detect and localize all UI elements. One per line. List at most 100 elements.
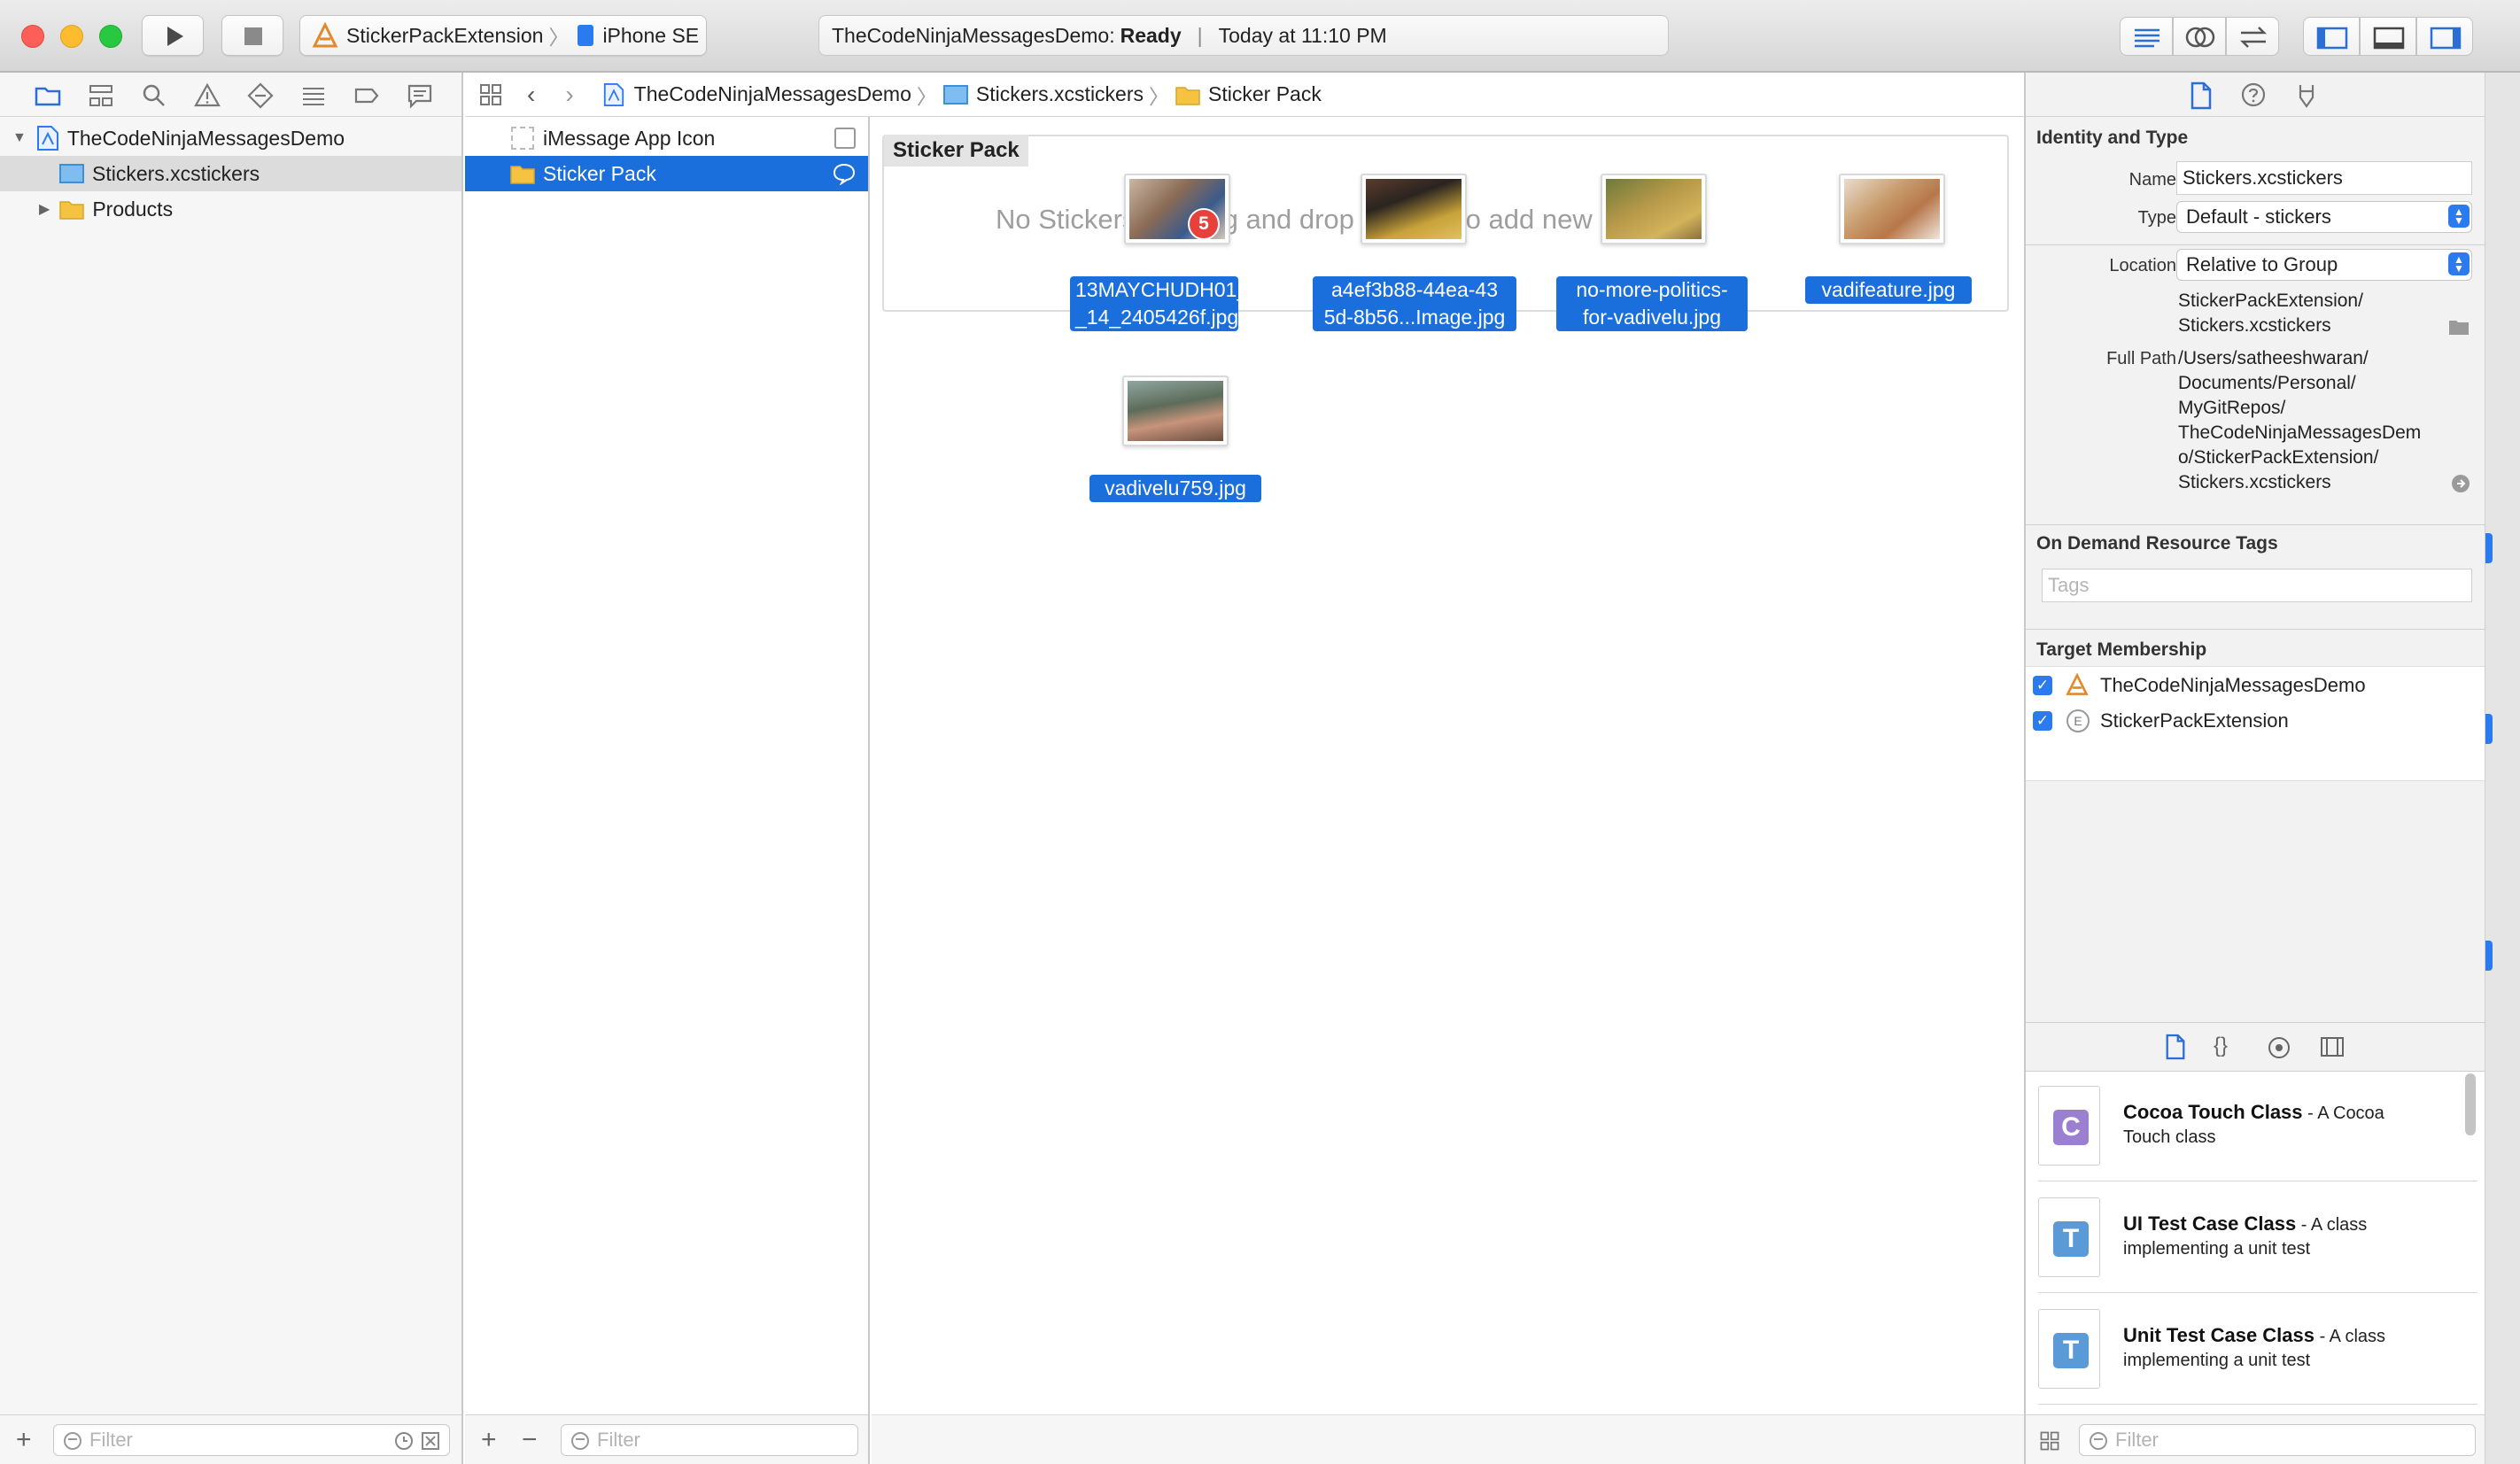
location-popup[interactable]: Relative to Group ▲ ▼ (2176, 249, 2472, 281)
grid-icon[interactable] (2038, 1429, 2061, 1452)
nav-item-products[interactable]: ▶ Products (0, 191, 461, 227)
test-diamond-icon[interactable] (246, 81, 275, 110)
filename-line: a4ef3b88-44ea-43 (1331, 278, 1498, 301)
library-scrollbar[interactable] (2465, 1073, 2476, 1135)
warning-icon[interactable] (193, 81, 221, 110)
type-popup[interactable]: Default - stickers ▲ ▼ (2176, 201, 2472, 233)
filter-icon (571, 1432, 589, 1450)
add-file-button[interactable]: + (16, 1427, 32, 1453)
filename-line: vadivelu759.jpg (1105, 476, 1246, 500)
asset-canvas: Sticker Pack No Stickers — Drag and drop… (872, 117, 2024, 1464)
nav-item-stickers[interactable]: Stickers.xcstickers (0, 156, 461, 191)
sticker-filename[interactable]: a4ef3b88-44ea-43 5d-8b56...Image.jpg (1313, 276, 1516, 331)
library-list: C Cocoa Touch Class - A Cocoa Touch class… (2026, 1072, 2485, 1414)
full-path-value: /Users/satheeshwaran/ Documents/Personal… (2178, 346, 2421, 495)
window-edge (2485, 73, 2520, 1464)
code-snippet-icon[interactable]: {} (2214, 1034, 2228, 1058)
folder-icon (510, 166, 535, 184)
zoom-window-button[interactable] (99, 25, 122, 48)
clock-icon[interactable] (394, 1431, 414, 1451)
full-path-line: MyGitRepos/ (2178, 398, 2286, 418)
chevron-right-icon: 〉 (548, 26, 570, 49)
filter-placeholder: Filter (89, 1429, 133, 1451)
stop-button[interactable] (221, 15, 283, 56)
add-asset-button[interactable]: + (481, 1427, 497, 1453)
tags-field[interactable]: Tags (2042, 569, 2472, 602)
name-field[interactable]: Stickers.xcstickers (2176, 161, 2472, 195)
toggle-debug-area-button[interactable] (2360, 17, 2416, 56)
identity-section-title: Identity and Type (2036, 128, 2189, 148)
sticker-filename[interactable]: vadivelu759.jpg (1089, 475, 1261, 502)
letter-badge: C (2053, 1110, 2089, 1145)
attributes-icon[interactable] (2293, 81, 2320, 110)
object-library-icon[interactable] (2267, 1035, 2291, 1060)
hierarchy-icon[interactable] (87, 81, 115, 110)
disclosure-closed-icon[interactable]: ▶ (39, 200, 50, 218)
sticker-thumbnail[interactable] (1361, 174, 1467, 244)
checkbox-icon[interactable]: ✓ (2033, 676, 2052, 695)
help-icon[interactable] (2240, 81, 2267, 108)
library-item-desc: Touch class (2123, 1127, 2216, 1147)
sticker-thumbnail[interactable] (1601, 174, 1707, 244)
toggle-inspector-button[interactable] (2416, 17, 2473, 56)
outline-item-sticker-pack[interactable]: Sticker Pack (465, 156, 868, 191)
location-label: Location (2109, 256, 2176, 275)
run-button[interactable] (142, 15, 204, 56)
grid-icon[interactable] (477, 81, 504, 108)
outline-filter-input[interactable]: Filter (561, 1424, 858, 1456)
sticker-filename[interactable]: no-more-politics- for-vadivelu.jpg (1556, 276, 1748, 331)
close-window-button[interactable] (21, 25, 44, 48)
library-item-desc: - A class (2296, 1215, 2368, 1235)
file-icon[interactable] (2189, 81, 2214, 110)
folder-reveal-icon[interactable] (2447, 317, 2470, 337)
chevron-right-icon[interactable]: › (565, 81, 573, 109)
search-icon[interactable] (140, 81, 168, 110)
debug-gauge-icon[interactable] (299, 81, 328, 110)
filename-line: _14_2405426f.jpg (1075, 306, 1239, 329)
checkbox-icon[interactable]: ✓ (2033, 711, 2052, 731)
breadcrumb-sticker-pack[interactable]: Sticker Pack (1208, 82, 1322, 106)
divider (2026, 629, 2485, 630)
device-icon (578, 25, 594, 46)
scheme-selector[interactable]: StickerPackExtension 〉 iPhone SE (299, 15, 707, 56)
location-path: StickerPackExtension/ Stickers.xcsticker… (2178, 289, 2363, 338)
sticker-filename[interactable]: 13MAYCHUDH01_va _14_2405426f.jpg (1070, 276, 1269, 331)
xcode-project-icon (36, 126, 58, 151)
outline-item-app-icon[interactable]: iMessage App Icon (465, 120, 868, 156)
location-path-line: StickerPackExtension/ (2178, 290, 2363, 311)
extension-icon: E (2066, 709, 2090, 732)
minimize-window-button[interactable] (60, 25, 83, 48)
sticker-filename[interactable]: vadifeature.jpg (1805, 276, 1972, 304)
file-template-icon[interactable] (2164, 1034, 2187, 1060)
play-icon (167, 27, 183, 46)
standard-editor-button[interactable] (2120, 17, 2173, 56)
letter-badge: T (2053, 1333, 2089, 1368)
library-item[interactable]: C Cocoa Touch Class - A Cocoa Touch class (2038, 1072, 2477, 1181)
library-filter-input[interactable]: Filter (2079, 1424, 2476, 1456)
library-item[interactable]: T UI Test Case Class - A class implementi… (2038, 1183, 2477, 1293)
project-root-row[interactable]: ▼ TheCodeNinjaMessagesDemo (0, 120, 461, 156)
report-icon[interactable] (406, 81, 434, 110)
library-item[interactable]: T Unit Test Case Class - A class implemen… (2038, 1295, 2477, 1405)
arrow-circle-right-icon[interactable] (2451, 474, 2470, 493)
media-library-icon[interactable] (2320, 1035, 2345, 1058)
version-editor-button[interactable] (2226, 17, 2279, 56)
test-file-icon: T (2038, 1309, 2100, 1389)
breakpoint-icon[interactable] (353, 81, 381, 110)
remove-asset-button[interactable]: − (522, 1427, 538, 1453)
sticker-thumbnail[interactable] (1122, 376, 1229, 446)
stop-icon (244, 27, 262, 45)
chevron-left-icon[interactable]: ‹ (527, 81, 535, 109)
folder-tab-icon[interactable] (34, 81, 62, 110)
left-panel-icon (2316, 27, 2348, 50)
breadcrumb-catalog[interactable]: Stickers.xcstickers (976, 82, 1144, 106)
asset-catalog-icon (942, 84, 968, 105)
toggle-navigator-button[interactable] (2303, 17, 2360, 56)
breadcrumb-project[interactable]: TheCodeNinjaMessagesDemo (634, 82, 911, 106)
disclosure-open-icon[interactable]: ▼ (12, 130, 27, 146)
file-inspector: Identity and Type Name Stickers.xcsticke… (2024, 73, 2485, 1464)
sticker-thumbnail[interactable] (1839, 174, 1945, 244)
assistant-editor-button[interactable] (2173, 17, 2226, 56)
scm-filter-icon[interactable] (421, 1431, 440, 1451)
navigator-filter-input[interactable]: Filter (53, 1424, 450, 1456)
